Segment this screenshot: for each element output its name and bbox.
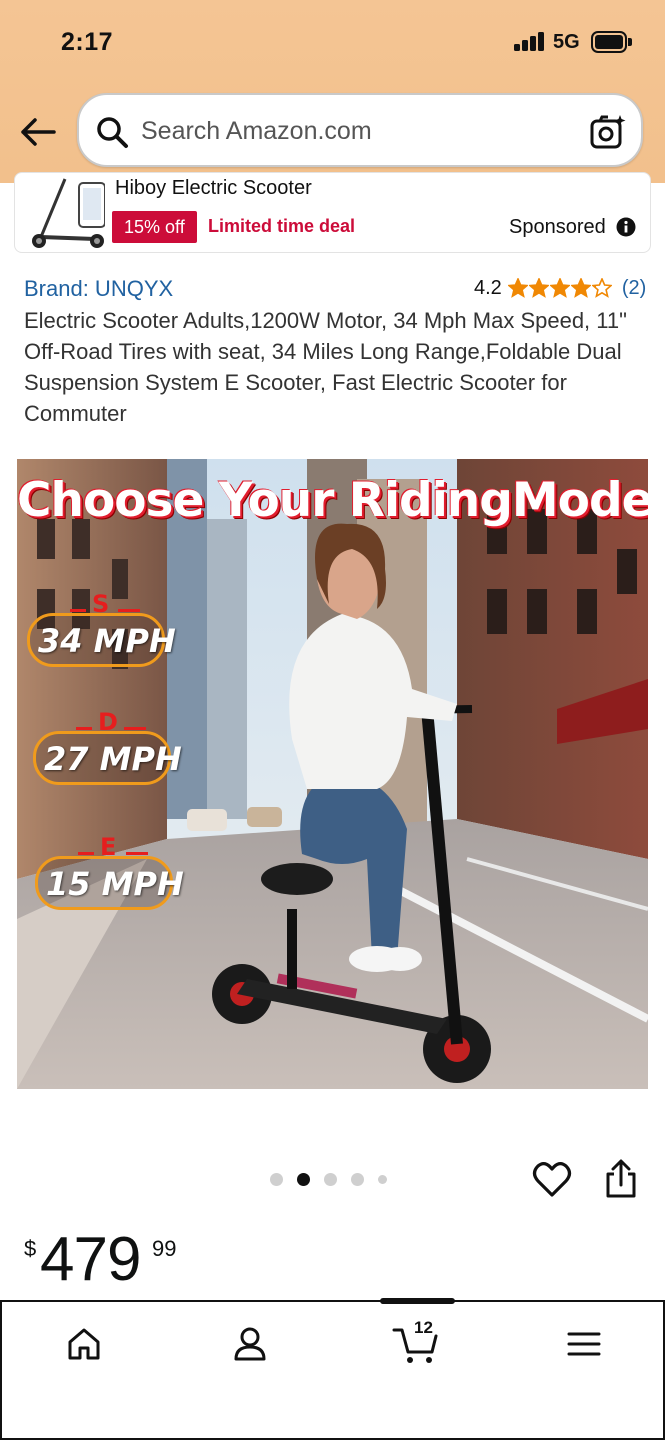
- mode-letter: S: [92, 590, 110, 618]
- header: 2:17 5G: [0, 0, 665, 183]
- carousel-dot[interactable]: [270, 1173, 283, 1186]
- price-fraction: 99: [152, 1236, 177, 1261]
- heart-icon[interactable]: [532, 1160, 572, 1200]
- active-tab-indicator: [380, 1298, 455, 1304]
- info-icon[interactable]: [616, 217, 636, 237]
- mode-speed: 34 MPH: [38, 622, 176, 660]
- star-rating: [507, 278, 612, 298]
- speed-mode-d: D 27 MPH: [33, 708, 182, 785]
- cart-count: 12: [414, 1318, 433, 1337]
- mode-letter: E: [100, 833, 117, 861]
- nav-menu[interactable]: [560, 1320, 608, 1368]
- deal-label: Limited time deal: [208, 216, 356, 236]
- mode-letter: D: [98, 708, 118, 736]
- star-icon: [528, 278, 549, 298]
- star-icon: [507, 278, 528, 298]
- price-whole: 479: [40, 1225, 141, 1294]
- bottom-nav: 12: [0, 1298, 665, 1440]
- carousel-dot[interactable]: [324, 1173, 337, 1186]
- carousel-dot-active[interactable]: [297, 1173, 310, 1186]
- rating-score: 4.2: [474, 276, 502, 299]
- price-symbol: $: [24, 1236, 37, 1261]
- star-icon: [570, 278, 591, 298]
- nav-home[interactable]: [60, 1320, 108, 1368]
- sponsored-title[interactable]: Hiboy Electric Scooter: [115, 177, 312, 200]
- search-bar[interactable]: [77, 93, 643, 167]
- search-input[interactable]: [141, 111, 571, 151]
- home-icon: [68, 1328, 100, 1360]
- brand-link[interactable]: Brand: UNQYX: [24, 276, 173, 302]
- nav-account[interactable]: [226, 1320, 274, 1368]
- share-icon[interactable]: [602, 1158, 640, 1200]
- star-icon: [549, 278, 570, 298]
- review-count[interactable]: (2): [622, 277, 646, 300]
- speed-mode-s: S 34 MPH: [27, 590, 176, 667]
- carousel-indicator[interactable]: [270, 1173, 387, 1186]
- camera-search-icon[interactable]: [589, 113, 627, 151]
- battery-icon: [591, 31, 632, 53]
- status-time: 2:17: [61, 28, 114, 56]
- scooter-thumbnail-icon: [32, 178, 105, 248]
- carousel-dot[interactable]: [351, 1173, 364, 1186]
- back-arrow-icon: [21, 118, 56, 146]
- status-bar: 2:17 5G: [0, 0, 665, 85]
- nav-cart[interactable]: 12: [392, 1318, 440, 1368]
- discount-badge: 15% off: [112, 211, 197, 243]
- product-title: Electric Scooter Adults,1200W Motor, 34 …: [24, 308, 627, 426]
- image-headline: Choose Your RidingMode: [17, 473, 648, 528]
- network-label: 5G: [553, 31, 580, 53]
- signal-icon: [514, 32, 546, 51]
- sponsored-label: Sponsored: [509, 216, 606, 238]
- rating[interactable]: 4.2 (2): [474, 275, 646, 301]
- account-icon: [234, 1327, 266, 1361]
- mode-speed: 15 MPH: [46, 865, 184, 903]
- sponsored-banner[interactable]: Hiboy Electric Scooter 15% off Limited t…: [14, 172, 651, 253]
- product-image[interactable]: Choose Your RidingMode S 34 MPH D 27 MPH…: [17, 459, 648, 1089]
- search-icon: [97, 117, 128, 148]
- speed-mode-e: E 15 MPH: [35, 833, 184, 910]
- star-icon: [591, 278, 612, 298]
- carousel-dot[interactable]: [378, 1175, 387, 1184]
- mode-speed: 27 MPH: [44, 740, 182, 778]
- back-button[interactable]: [16, 110, 60, 154]
- app: 2:17 5G Search Amazon.com Hiboy Electric…: [0, 0, 665, 1440]
- menu-icon: [567, 1332, 601, 1356]
